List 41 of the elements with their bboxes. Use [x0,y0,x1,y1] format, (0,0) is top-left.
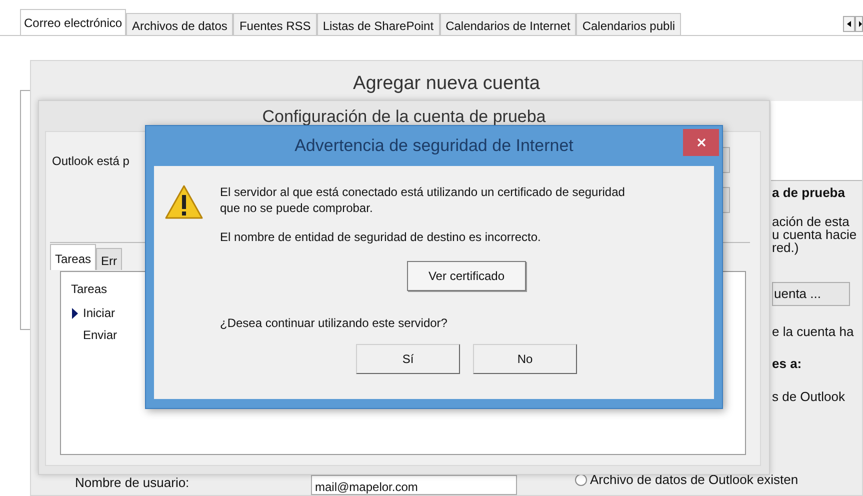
dialog-title: Advertencia de seguridad de Internet [294,135,574,158]
description-text: red.) [772,240,800,254]
view-certificate-button[interactable]: Ver certificado [407,261,526,291]
tab[interactable]: Archivos de datos [126,13,234,35]
dialog-button[interactable]: Sí [356,344,460,374]
username-field[interactable]: mail@mapelor.com [311,475,517,495]
close-button[interactable] [683,129,719,156]
warning-icon [164,184,204,220]
window-title: Configuración de la cuenta de prueba [262,106,546,128]
left-arrow-icon [847,21,851,27]
scroll-right-button[interactable] [855,16,863,32]
note-text: e la cuenta ha [772,322,854,340]
section-heading: es a: [772,355,802,373]
scroll-left-button[interactable] [843,16,855,32]
tab[interactable]: Calendarios de Internet [440,13,576,35]
tab[interactable]: Fuentes RSS [233,13,317,35]
tab[interactable]: Listas de SharePoint [316,13,440,35]
tab[interactable]: Tareas [50,244,96,270]
section-heading: a de prueba [772,184,845,202]
warning-message: El servidor al que está conectado está utilizando un certificado de seguridad que no se puede comprobar. [220,184,625,216]
radio-label: Archivo de datos de Outlook existen [590,471,798,490]
description-text: u cuenta hacie [772,228,857,240]
option-text: s de Outlook [772,388,845,406]
close-icon [696,138,706,147]
dialog-button[interactable]: No [473,344,577,374]
description-text: ación de esta [772,214,850,228]
tab[interactable]: Correo electrónico [20,9,126,35]
right-arrow-icon [859,21,862,27]
window-title: Agregar nueva cuenta [353,72,540,96]
tab[interactable]: Err [96,248,122,270]
username-label: Nombre de usuario: [75,474,190,492]
question-text: ¿Desea continuar utilizando este servidor? [220,315,448,331]
column-header: Tareas [71,281,108,298]
radio-button[interactable] [575,474,587,486]
task-item: Iniciar [83,305,116,322]
tab[interactable]: Calendarios publi [576,13,682,35]
status-text: Outlook está p [52,154,130,168]
test-account-button[interactable]: uenta ... [772,282,850,306]
current-task-arrow-icon [71,308,79,318]
warning-detail: El nombre de entidad de seguridad de destino es incorrecto. [220,229,541,245]
task-item: Enviar [83,327,118,344]
